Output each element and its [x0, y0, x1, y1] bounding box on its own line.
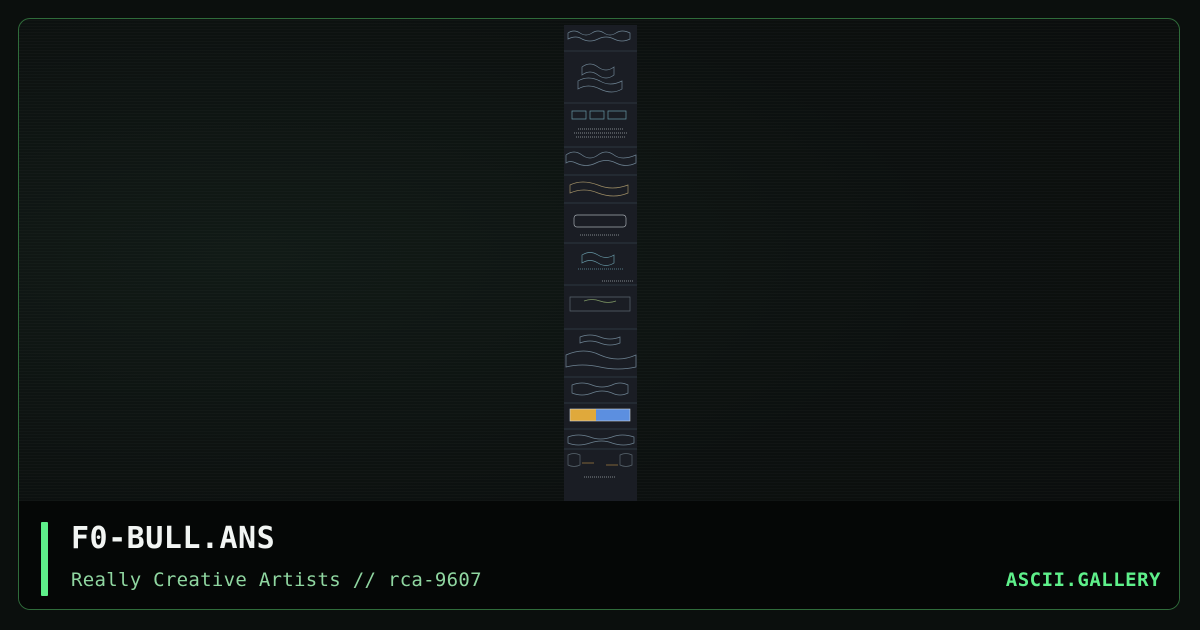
share-card: F0-BULL.ANS Really Creative Artists // r… — [18, 18, 1180, 610]
ansi-art-preview — [564, 25, 637, 501]
artwork-title: F0-BULL.ANS — [71, 521, 276, 556]
ansi-art-thumbnail — [564, 30, 637, 478]
artwork-credit: Really Creative Artists // rca-9607 — [71, 569, 482, 591]
site-brand[interactable]: ASCII.GALLERY — [1006, 569, 1161, 591]
accent-bar — [41, 522, 48, 596]
info-footer: F0-BULL.ANS Really Creative Artists // r… — [19, 501, 1179, 609]
